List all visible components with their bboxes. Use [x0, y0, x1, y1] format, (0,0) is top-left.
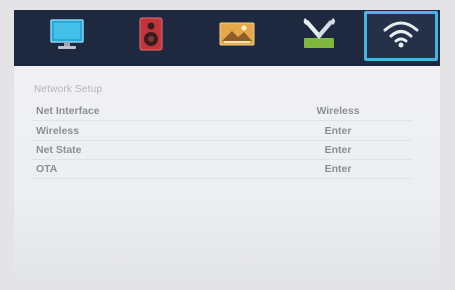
tab-sound-settings[interactable]	[116, 12, 186, 60]
tv-screen: Network Setup Net Interface Wireless Wir…	[14, 10, 440, 286]
wifi-icon	[382, 19, 420, 54]
menu-row-ota[interactable]: OTA Enter	[32, 160, 412, 179]
network-setup-panel: Network Setup Net Interface Wireless Wir…	[14, 66, 440, 286]
menu-tab-bar	[14, 10, 440, 66]
tab-picture-settings[interactable]	[32, 12, 102, 60]
row-value: Wireless	[316, 105, 360, 117]
row-value: Enter	[324, 163, 352, 175]
menu-row-wireless[interactable]: Wireless Enter	[32, 122, 412, 141]
tab-channel-settings[interactable]	[202, 12, 272, 60]
row-value: Enter	[324, 144, 352, 156]
tab-system-settings[interactable]	[284, 12, 354, 60]
monitor-icon	[48, 17, 86, 56]
section-title: Network Setup	[34, 84, 103, 95]
row-label: Wireless	[36, 125, 80, 137]
row-label: Net State	[36, 144, 82, 156]
menu-row-net-state[interactable]: Net State Enter	[32, 141, 412, 160]
tools-icon	[300, 16, 338, 57]
row-label: Net Interface	[36, 105, 100, 117]
tab-network-settings[interactable]	[364, 11, 438, 61]
picture-icon	[218, 19, 256, 54]
row-label: OTA	[36, 163, 58, 175]
speaker-icon	[136, 16, 166, 57]
menu-row-net-interface[interactable]: Net Interface Wireless	[32, 102, 412, 121]
row-value: Enter	[324, 125, 352, 137]
